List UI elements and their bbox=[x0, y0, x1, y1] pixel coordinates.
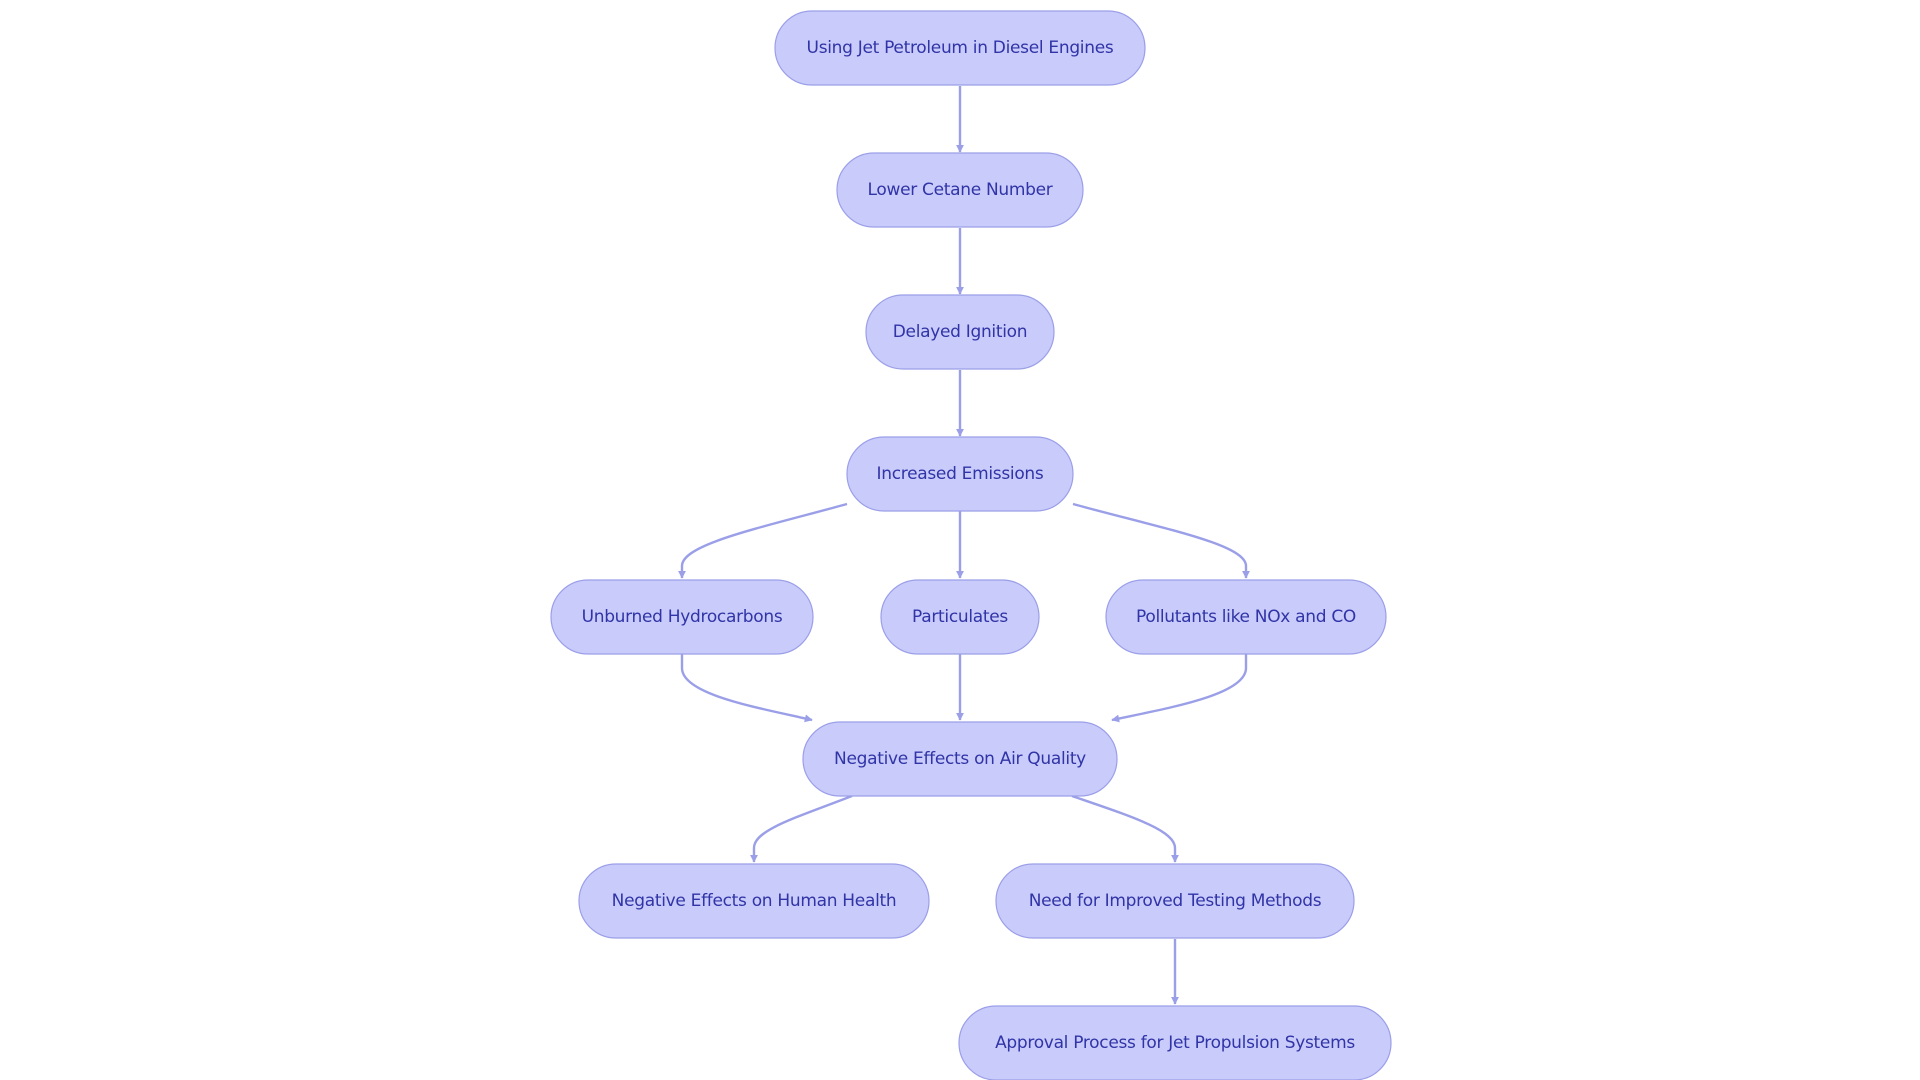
node-pollutants-like-nox-and-co[interactable]: Pollutants like NOx and CO bbox=[1105, 579, 1387, 655]
node-label: Lower Cetane Number bbox=[868, 180, 1053, 200]
node-lower-cetane-number[interactable]: Lower Cetane Number bbox=[836, 152, 1084, 228]
node-delayed-ignition[interactable]: Delayed Ignition bbox=[865, 294, 1055, 370]
node-label: Approval Process for Jet Propulsion Syst… bbox=[995, 1033, 1355, 1053]
node-negative-effects-on-air-quality[interactable]: Negative Effects on Air Quality bbox=[802, 721, 1118, 797]
edge-d-to-e bbox=[678, 502, 848, 579]
node-negative-effects-on-human-health[interactable]: Negative Effects on Human Health bbox=[578, 863, 930, 939]
node-label: Using Jet Petroleum in Diesel Engines bbox=[807, 38, 1114, 58]
node-increased-emissions[interactable]: Increased Emissions bbox=[846, 436, 1074, 512]
node-label: Unburned Hydrocarbons bbox=[582, 607, 783, 627]
edge-g-to-h bbox=[1111, 654, 1248, 723]
node-need-for-improved-testing-methods[interactable]: Need for Improved Testing Methods bbox=[995, 863, 1355, 939]
node-label: Negative Effects on Air Quality bbox=[834, 749, 1086, 769]
node-label: Particulates bbox=[912, 607, 1008, 627]
nodes-layer: Using Jet Petroleum in Diesel Engines Low… bbox=[550, 10, 1392, 1080]
node-label: Delayed Ignition bbox=[893, 322, 1027, 342]
node-label: Need for Improved Testing Methods bbox=[1029, 891, 1322, 911]
node-approval-process-for-jet-propulsion-systems[interactable]: Approval Process for Jet Propulsion Syst… bbox=[958, 1005, 1392, 1080]
node-label: Pollutants like NOx and CO bbox=[1136, 607, 1356, 627]
edge-d-to-g bbox=[1072, 502, 1250, 579]
node-particulates[interactable]: Particulates bbox=[880, 579, 1040, 655]
edge-e-to-h bbox=[680, 654, 813, 723]
node-unburned-hydrocarbons[interactable]: Unburned Hydrocarbons bbox=[550, 579, 814, 655]
node-using-jet-petroleum-in-diesel-engines[interactable]: Using Jet Petroleum in Diesel Engines bbox=[774, 10, 1146, 86]
flowchart-diagram: Using Jet Petroleum in Diesel Engines Low… bbox=[550, 10, 1392, 1080]
node-label: Increased Emissions bbox=[877, 464, 1044, 484]
edge-h-to-j bbox=[1071, 794, 1179, 863]
node-label: Negative Effects on Human Health bbox=[612, 891, 897, 911]
edge-h-to-i bbox=[750, 794, 853, 863]
